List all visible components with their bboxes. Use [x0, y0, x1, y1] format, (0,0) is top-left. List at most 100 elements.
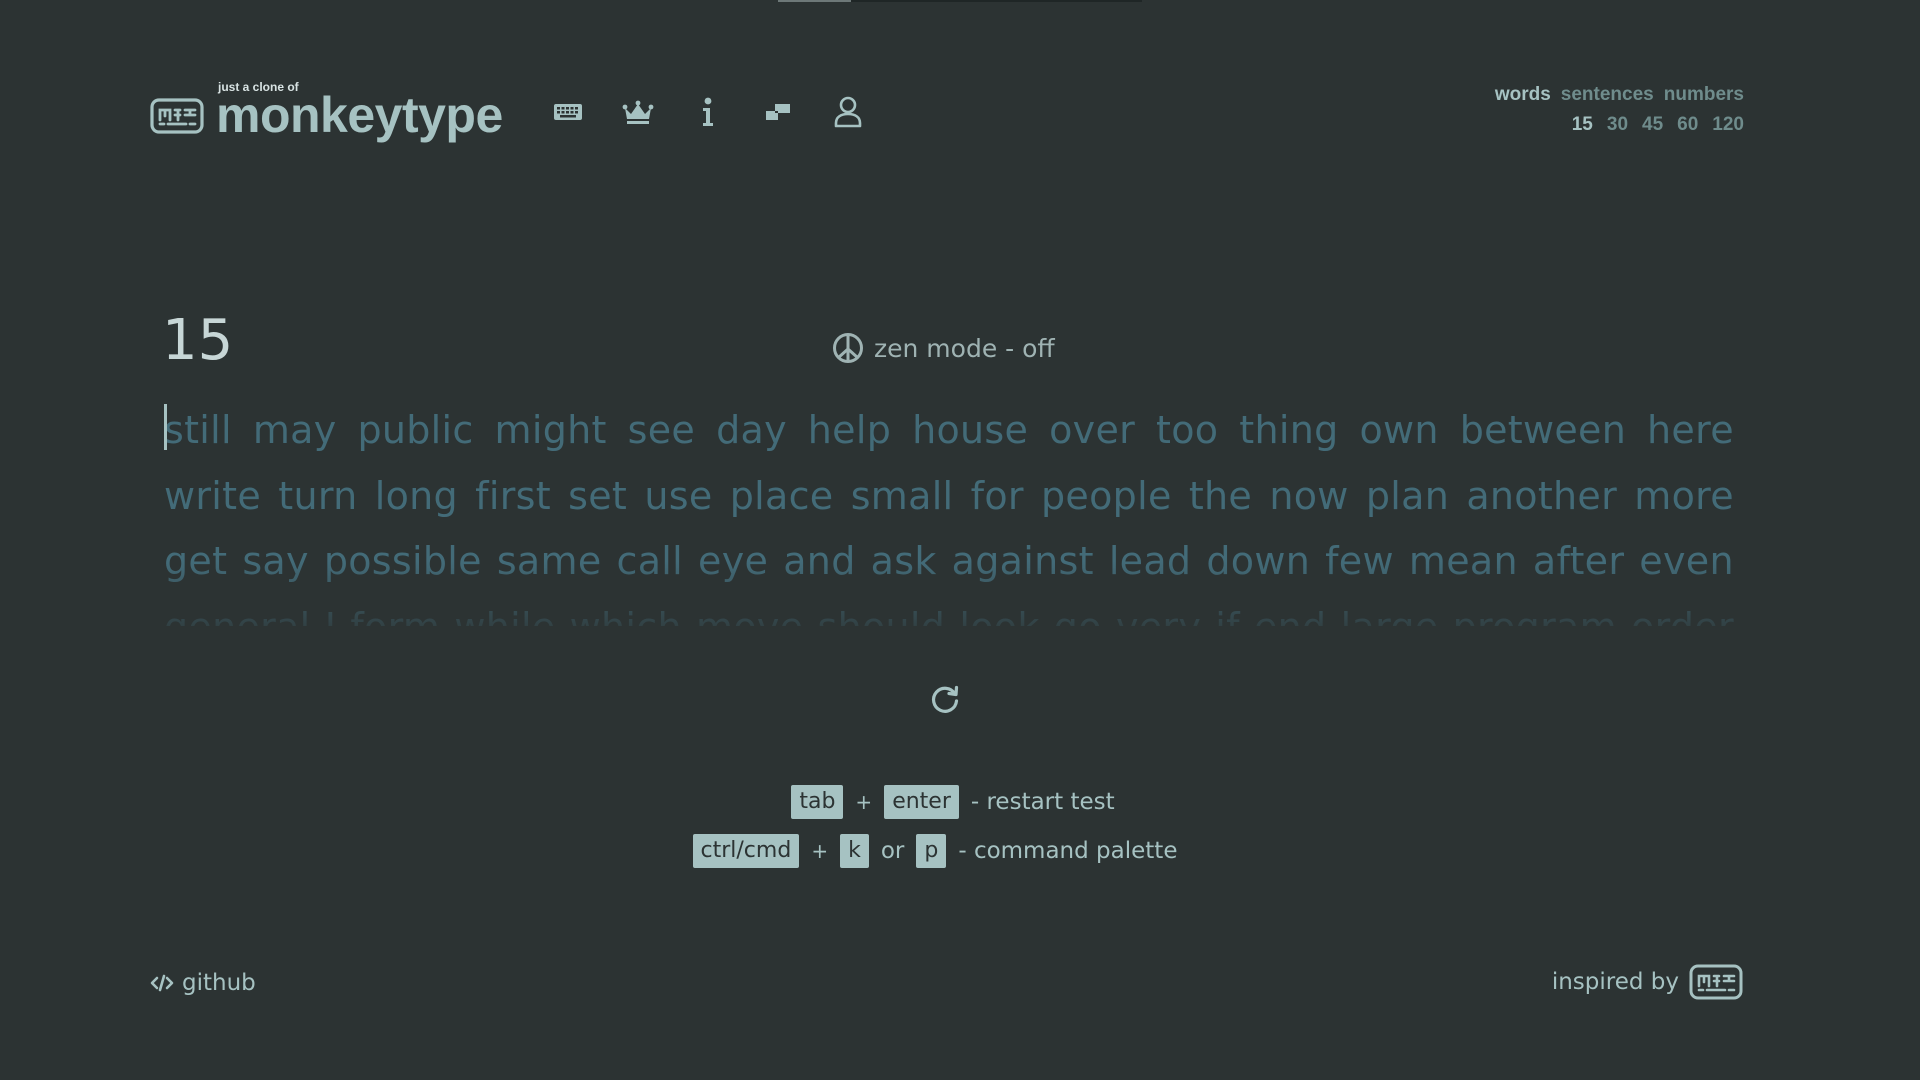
word: possible — [323, 539, 482, 583]
key-p: p — [916, 834, 947, 868]
refresh-icon — [932, 685, 959, 713]
word: I — [325, 595, 337, 627]
word: people — [1041, 473, 1172, 518]
github-link[interactable]: github — [150, 970, 256, 996]
word: look — [959, 595, 1039, 627]
count-option[interactable]: 45 — [1642, 114, 1663, 136]
word: down — [1206, 539, 1311, 583]
key-tab: tab — [791, 785, 844, 819]
word: set — [568, 473, 628, 518]
word: more — [1634, 473, 1734, 518]
peace-icon — [833, 333, 863, 363]
word: mean — [1408, 539, 1518, 583]
text-caret — [164, 404, 167, 450]
word-line: write turn long first set use place small for peo… — [164, 464, 1734, 530]
word: while — [454, 595, 555, 627]
word: after — [1532, 539, 1625, 583]
word: against — [951, 539, 1094, 583]
word: turn — [278, 473, 358, 518]
word: which — [570, 595, 682, 627]
word: the — [1188, 473, 1253, 518]
word: now — [1269, 473, 1349, 518]
word: public — [357, 408, 474, 452]
nav-keyboard-button[interactable] — [550, 94, 586, 130]
word: form — [350, 595, 440, 627]
word: small — [850, 473, 954, 518]
word: get — [164, 539, 228, 583]
nav-bar — [550, 94, 866, 130]
word-line: still may public might see day help house over to… — [164, 398, 1734, 464]
word: here — [1647, 408, 1734, 452]
word: eye — [698, 539, 769, 583]
word: ask — [870, 539, 937, 583]
restart-button[interactable] — [927, 682, 963, 718]
code-icon — [150, 974, 174, 992]
word: program — [1453, 595, 1617, 627]
word: move — [696, 595, 803, 627]
user-icon — [834, 96, 862, 128]
zen-mode-label: zen mode - off — [874, 333, 1055, 363]
inspired-by-label: inspired by — [1551, 969, 1679, 995]
keyboard-hints: tab + enter - restart test ctrl/cmd + k … — [0, 784, 1920, 882]
key-enter: enter — [884, 785, 959, 819]
key-ctrl-cmd: ctrl/cmd — [692, 834, 800, 868]
count-option[interactable]: 60 — [1677, 114, 1698, 136]
word: long — [374, 473, 458, 518]
nav-account-button[interactable] — [830, 94, 866, 130]
word: own — [1359, 408, 1439, 452]
word: help — [807, 408, 892, 452]
word: place — [729, 473, 834, 518]
word: and — [783, 539, 856, 583]
word: house — [912, 408, 1029, 452]
plus-sign: + — [811, 839, 829, 863]
palette-hint-text: - command palette — [958, 838, 1178, 864]
restart-hint: tab + enter - restart test — [0, 784, 1913, 820]
logo-title: monkeytype — [216, 87, 503, 143]
word-counter: 15 — [162, 308, 234, 373]
word: first — [475, 473, 551, 518]
word: order — [1631, 595, 1734, 627]
restart-hint-text: - restart test — [970, 789, 1115, 815]
key-k: k — [840, 834, 869, 868]
count-option[interactable]: 120 — [1712, 114, 1744, 136]
crown-icon — [622, 100, 654, 124]
settings-icon — [766, 104, 790, 120]
word: use — [644, 473, 713, 518]
word: say — [242, 539, 309, 583]
mode-numbers[interactable]: numbers — [1664, 84, 1744, 106]
word-line: get say possible same call eye and ask against le… — [164, 529, 1734, 595]
keyboard-logo-icon — [150, 98, 204, 134]
nav-settings-button[interactable] — [760, 94, 796, 130]
logo[interactable]: just a clone of monkeytype — [150, 80, 503, 143]
word: still — [164, 408, 232, 452]
word: day — [716, 408, 787, 452]
progress-strip — [778, 0, 1142, 2]
nav-leaderboard-button[interactable] — [620, 94, 656, 130]
word: same — [496, 539, 602, 583]
github-label: github — [182, 970, 256, 996]
inspired-by: inspired by — [1552, 964, 1743, 1000]
mode-selector: words sentences numbers 15 30 45 60 120 — [1495, 84, 1744, 136]
count-option[interactable]: 15 — [1572, 114, 1593, 136]
word: end — [1254, 595, 1326, 627]
mode-sentences[interactable]: sentences — [1561, 84, 1654, 106]
progress-fill — [778, 0, 851, 2]
palette-hint: ctrl/cmd + k or p - command palette — [0, 833, 1895, 869]
or-text: or — [880, 838, 905, 864]
word: over — [1049, 408, 1136, 452]
word: call — [616, 539, 684, 583]
zen-mode-toggle[interactable]: zen mode - off — [832, 332, 1055, 364]
test-type-row: words sentences numbers — [1495, 84, 1744, 106]
mode-words[interactable]: words — [1495, 84, 1551, 106]
words-area[interactable]: still may public might see day help house over to… — [164, 398, 1734, 626]
word: see — [627, 408, 696, 452]
header: just a clone of monkeytype words sentenc… — [150, 72, 1744, 152]
word-line: general Iform while which move should lookgove… — [164, 595, 1734, 627]
word: few — [1325, 539, 1394, 583]
count-option[interactable]: 30 — [1607, 114, 1628, 136]
monkeytype-logo-icon[interactable] — [1689, 964, 1743, 1000]
nav-about-button[interactable] — [690, 94, 726, 130]
word: even — [1639, 539, 1734, 583]
word: thing — [1239, 408, 1339, 452]
keyboard-icon — [554, 104, 582, 120]
